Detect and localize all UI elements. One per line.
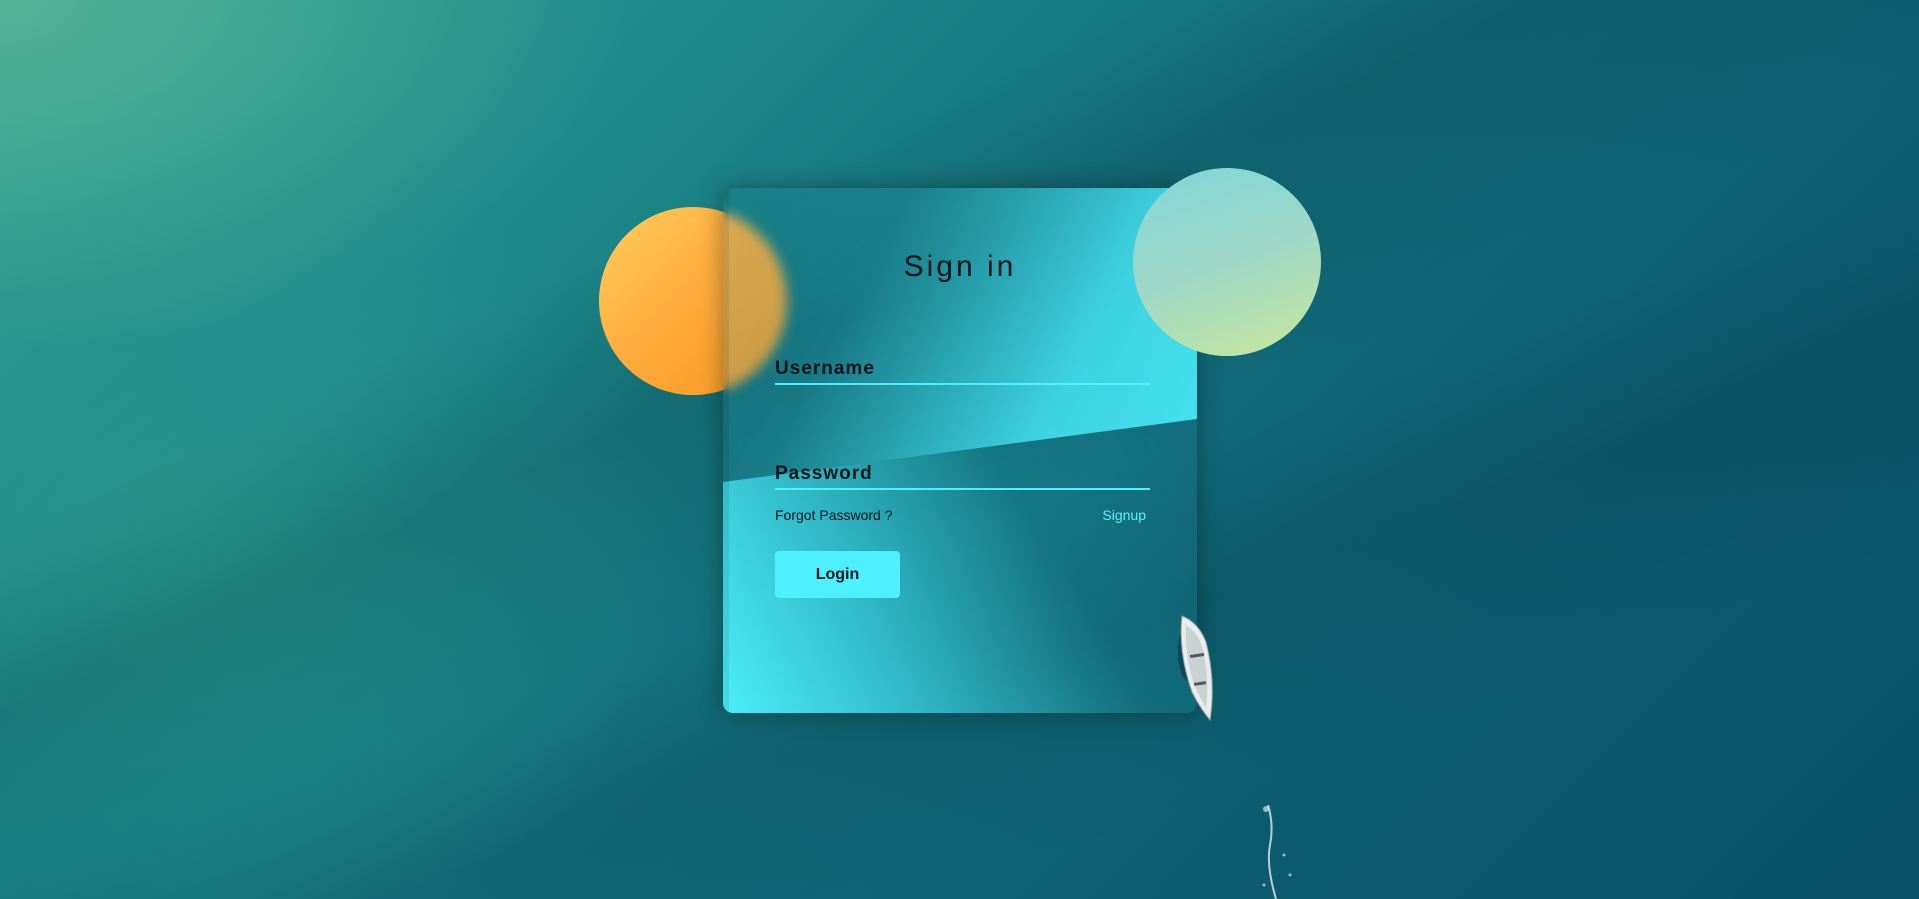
password-input[interactable] [775, 488, 1150, 490]
boat-image [1178, 615, 1213, 722]
password-label: Password [775, 463, 873, 484]
username-field-group: Username [775, 355, 1150, 385]
username-input[interactable] [775, 383, 1150, 385]
username-label: Username [775, 358, 875, 379]
login-button[interactable]: Login [775, 551, 900, 598]
signup-link[interactable]: Signup [1102, 507, 1146, 523]
forgot-password-link[interactable]: Forgot Password ? [775, 507, 893, 523]
page-title: Sign in [903, 250, 1017, 283]
password-field-group: Password [775, 460, 1150, 490]
login-card: Sign in Username Password Forgot Passwor… [723, 188, 1197, 713]
water-wake [1262, 805, 1292, 899]
decorative-circle-teal [1133, 168, 1321, 356]
links-row: Forgot Password ? Signup [775, 507, 1146, 525]
